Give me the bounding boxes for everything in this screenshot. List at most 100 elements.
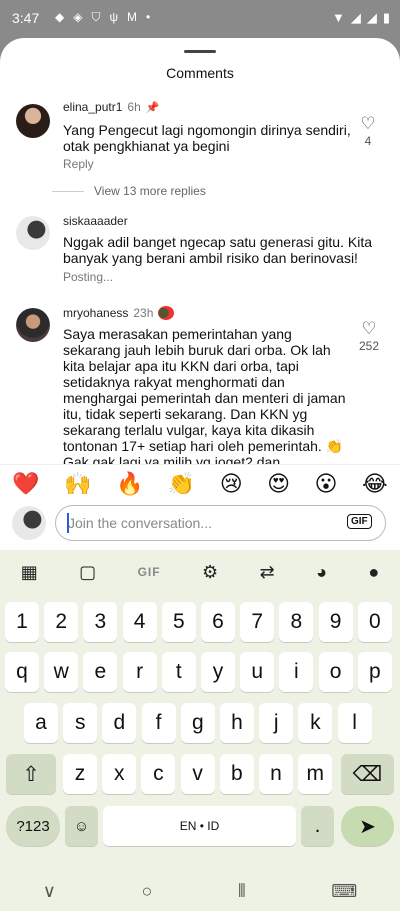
comment-text: Saya merasakan pemerintahan yang sekaran…	[63, 326, 346, 470]
key-u[interactable]: u	[240, 652, 275, 692]
key-6[interactable]: 6	[201, 602, 235, 642]
emoji-key[interactable]: ☺	[65, 806, 98, 846]
key-x[interactable]: x	[102, 754, 137, 794]
comment-username[interactable]: mryohaness	[63, 306, 128, 320]
nav-recents-icon[interactable]: ⦀	[238, 881, 246, 902]
key-f[interactable]: f	[141, 703, 176, 743]
key-v[interactable]: v	[180, 754, 215, 794]
key-a[interactable]: a	[24, 703, 58, 743]
hotspot-icon: ◈	[73, 10, 83, 24]
comment-username[interactable]: siskaaaader	[63, 214, 128, 228]
signal-icon: ◢	[366, 10, 377, 25]
my-avatar	[12, 506, 46, 540]
key-s[interactable]: s	[63, 703, 98, 743]
keyboard-gif-button[interactable]: GIF	[138, 565, 161, 579]
comment-time: 23h	[133, 306, 154, 320]
emoji-heart-eyes[interactable]: 😍	[267, 471, 290, 497]
key-z[interactable]: z	[63, 754, 97, 794]
key-c[interactable]: c	[141, 754, 176, 794]
sheet-title: Comments	[166, 65, 234, 81]
key-p[interactable]: p	[357, 652, 392, 692]
comment-text: Yang Pengecut lagi ngomongin dirinya sen…	[63, 122, 351, 154]
key-n[interactable]: n	[259, 754, 293, 794]
key-d[interactable]: d	[102, 703, 137, 743]
divider	[52, 190, 84, 192]
key-j[interactable]: j	[259, 703, 294, 743]
emoji-laugh[interactable]: 😂	[362, 471, 388, 497]
key-5[interactable]: 5	[161, 602, 196, 642]
key-i[interactable]: i	[279, 652, 314, 692]
symbols-key[interactable]: ?123	[6, 806, 60, 846]
key-e[interactable]: e	[83, 652, 118, 692]
emoji-raised-hands[interactable]: 🙌	[64, 471, 91, 497]
reply-button[interactable]: Reply	[63, 157, 94, 171]
shift-key[interactable]: ⇧	[6, 754, 56, 794]
emoji-heart[interactable]: ❤️	[12, 471, 39, 497]
microphone-icon[interactable]: ●	[368, 562, 379, 583]
keyboard-row-2: asdfghjkl	[0, 703, 400, 747]
keyboard-row-bottom: ?123 ☺ EN • ID . ➤	[0, 806, 400, 850]
comment-item: elina_putr1 6h 📌 Yang Pengecut lagi ngom…	[0, 100, 400, 210]
avatar[interactable]	[16, 216, 50, 250]
key-0[interactable]: 0	[357, 602, 392, 642]
send-enter-key[interactable]: ➤	[341, 806, 394, 846]
heart-icon: ♡	[361, 319, 377, 338]
key-h[interactable]: h	[220, 703, 254, 743]
key-t[interactable]: t	[161, 652, 196, 692]
creator-liked-icon	[158, 306, 175, 320]
view-replies-button[interactable]: View 13 more replies	[52, 184, 206, 198]
key-m[interactable]: m	[298, 754, 333, 794]
usb-icon: ψ	[109, 10, 119, 24]
key-w[interactable]: w	[44, 652, 79, 692]
key-2[interactable]: 2	[44, 602, 79, 642]
emoji-fire[interactable]: 🔥	[116, 471, 143, 497]
keyboard-switch-icon[interactable]: ⌨	[331, 881, 357, 902]
emoji-quick-bar: ❤️ 🙌 🔥 👏 😢 😍 😮 😂	[0, 464, 400, 502]
backspace-key[interactable]: ⌫	[341, 754, 394, 794]
space-key[interactable]: EN • ID	[103, 806, 296, 846]
comment-input-row: GIF	[0, 502, 400, 550]
like-button[interactable]: ♡ 252	[354, 320, 384, 353]
status-bar: 3:47 ◆ ◈ ⛉ ψ M • ▼ ◢ ◢ ▮	[0, 0, 400, 38]
key-7[interactable]: 7	[240, 602, 275, 642]
nav-home-icon[interactable]: ○	[141, 881, 152, 902]
key-1[interactable]: 1	[5, 602, 39, 642]
emoji-wow[interactable]: 😮	[315, 471, 338, 497]
gmail-icon: M	[127, 10, 138, 24]
key-4[interactable]: 4	[122, 602, 157, 642]
signal-icon: ◢	[350, 10, 361, 25]
like-button[interactable]: ♡ 4	[356, 115, 380, 148]
key-3[interactable]: 3	[83, 602, 118, 642]
keyboard-row-1: qwertyuiop	[0, 652, 400, 696]
key-l[interactable]: l	[337, 703, 372, 743]
comment-username[interactable]: elina_putr1	[63, 100, 122, 114]
palette-icon[interactable]: ◕	[316, 562, 327, 583]
key-o[interactable]: o	[318, 652, 353, 692]
key-b[interactable]: b	[219, 754, 254, 794]
posting-status: Posting...	[63, 270, 114, 284]
avatar[interactable]	[16, 104, 50, 138]
apps-grid-icon[interactable]: ▦	[21, 562, 38, 583]
period-key[interactable]: .	[301, 806, 334, 846]
like-count: 4	[364, 134, 372, 148]
key-r[interactable]: r	[122, 652, 157, 692]
translate-icon[interactable]: ⇄	[260, 562, 275, 583]
key-y[interactable]: y	[201, 652, 235, 692]
text-caret	[67, 513, 69, 533]
gif-button[interactable]: GIF	[347, 514, 372, 529]
emoji-clap[interactable]: 👏	[168, 471, 195, 497]
key-k[interactable]: k	[298, 703, 333, 743]
key-g[interactable]: g	[180, 703, 215, 743]
comment-input[interactable]	[55, 505, 386, 541]
settings-gear-icon[interactable]: ⚙	[202, 562, 218, 583]
key-q[interactable]: q	[5, 652, 39, 692]
message-icon: ◆	[55, 10, 65, 24]
drag-handle[interactable]	[184, 50, 216, 53]
nav-back-icon[interactable]: ∨	[43, 881, 56, 902]
key-9[interactable]: 9	[318, 602, 353, 642]
sticker-icon[interactable]: ▢	[79, 562, 96, 583]
avatar[interactable]	[16, 308, 50, 342]
key-8[interactable]: 8	[279, 602, 314, 642]
emoji-cry[interactable]: 😢	[220, 471, 243, 497]
view-replies-label: View 13 more replies	[94, 184, 206, 198]
